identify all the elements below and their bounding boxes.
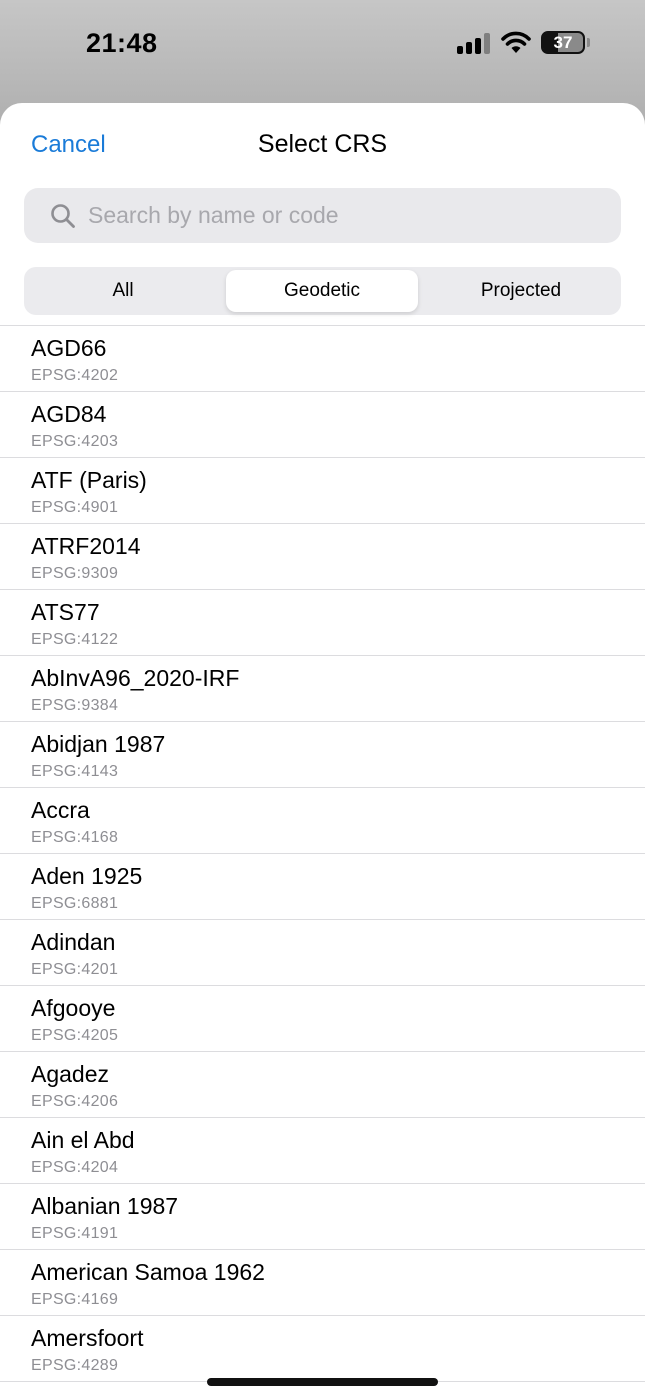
crs-code: EPSG:4122 (31, 631, 119, 648)
crs-name: Amersfoort (31, 1325, 144, 1351)
crs-name: AGD84 (31, 401, 107, 427)
list-item[interactable]: Albanian 1987 EPSG:4191 (0, 1184, 645, 1250)
crs-code: EPSG:4168 (31, 829, 119, 846)
home-indicator (207, 1378, 438, 1386)
list-item[interactable]: Afgooye EPSG:4205 (0, 986, 645, 1052)
segment-all[interactable]: All (27, 270, 219, 312)
crs-name: AbInvA96_2020-IRF (31, 665, 240, 691)
crs-code: EPSG:4204 (31, 1159, 119, 1176)
crs-code: EPSG:4143 (31, 763, 119, 780)
list-item[interactable]: Aden 1925 EPSG:6881 (0, 854, 645, 920)
list-item[interactable]: Abidjan 1987 EPSG:4143 (0, 722, 645, 788)
crs-code: EPSG:4191 (31, 1225, 119, 1242)
list-item[interactable]: Agadez EPSG:4206 (0, 1052, 645, 1118)
list-item[interactable]: ATS77 EPSG:4122 (0, 590, 645, 656)
crs-name: ATRF2014 (31, 533, 141, 559)
signal-icon (457, 33, 491, 54)
list-item[interactable]: Amersfoort EPSG:4289 (0, 1316, 645, 1382)
crs-name: ATS77 (31, 599, 100, 625)
crs-name: Aden 1925 (31, 863, 143, 889)
search-input[interactable] (88, 188, 598, 243)
list-item[interactable]: Accra EPSG:4168 (0, 788, 645, 854)
crs-list: AGD66 EPSG:4202 AGD84 EPSG:4203 ATF (Paris) E… (0, 325, 645, 1382)
crs-code: EPSG:4201 (31, 961, 119, 978)
crs-code: EPSG:9309 (31, 565, 119, 582)
crs-code: EPSG:4205 (31, 1027, 119, 1044)
crs-code: EPSG:4202 (31, 367, 119, 384)
search-bar[interactable] (24, 188, 621, 243)
crs-name: Adindan (31, 929, 116, 955)
crs-code: EPSG:6881 (31, 895, 119, 912)
list-item[interactable]: AGD84 EPSG:4203 (0, 392, 645, 458)
segment-projected[interactable]: Projected (425, 270, 617, 312)
crs-name: Albanian 1987 (31, 1193, 179, 1219)
segment-geodetic[interactable]: Geodetic (226, 270, 418, 312)
battery-cap (587, 38, 590, 47)
crs-type-segmented-control: All Geodetic Projected (24, 267, 621, 315)
battery-percent: 37 (553, 33, 573, 52)
crs-name: American Samoa 1962 (31, 1259, 265, 1285)
select-crs-sheet: Cancel Select CRS All Geodetic Projected… (0, 103, 645, 1398)
status-time: 21:48 (86, 28, 158, 58)
wifi-icon (501, 31, 531, 53)
crs-code: EPSG:4901 (31, 499, 119, 516)
search-icon (51, 204, 75, 228)
list-item[interactable]: AbInvA96_2020-IRF EPSG:9384 (0, 656, 645, 722)
crs-name: ATF (Paris) (31, 467, 147, 493)
crs-name: Abidjan 1987 (31, 731, 166, 757)
crs-name: Accra (31, 797, 90, 823)
crs-name: Afgooye (31, 995, 116, 1021)
crs-code: EPSG:4289 (31, 1357, 119, 1374)
page-title: Select CRS (257, 130, 388, 158)
crs-code: EPSG:4206 (31, 1093, 119, 1110)
crs-code: EPSG:9384 (31, 697, 119, 714)
battery-icon: 37 (541, 31, 585, 54)
list-item[interactable]: AGD66 EPSG:4202 (0, 326, 645, 392)
list-item[interactable]: Adindan EPSG:4201 (0, 920, 645, 986)
status-bar: 21:48 37 (0, 0, 645, 90)
crs-code: EPSG:4169 (31, 1291, 119, 1308)
crs-name: Ain el Abd (31, 1127, 135, 1153)
list-item[interactable]: Ain el Abd EPSG:4204 (0, 1118, 645, 1184)
list-item[interactable]: ATRF2014 EPSG:9309 (0, 524, 645, 590)
crs-code: EPSG:4203 (31, 433, 119, 450)
list-item[interactable]: ATF (Paris) EPSG:4901 (0, 458, 645, 524)
list-item[interactable]: American Samoa 1962 EPSG:4169 (0, 1250, 645, 1316)
crs-name: AGD66 (31, 335, 107, 361)
nav-bar: Cancel Select CRS (0, 103, 645, 189)
crs-name: Agadez (31, 1061, 110, 1087)
